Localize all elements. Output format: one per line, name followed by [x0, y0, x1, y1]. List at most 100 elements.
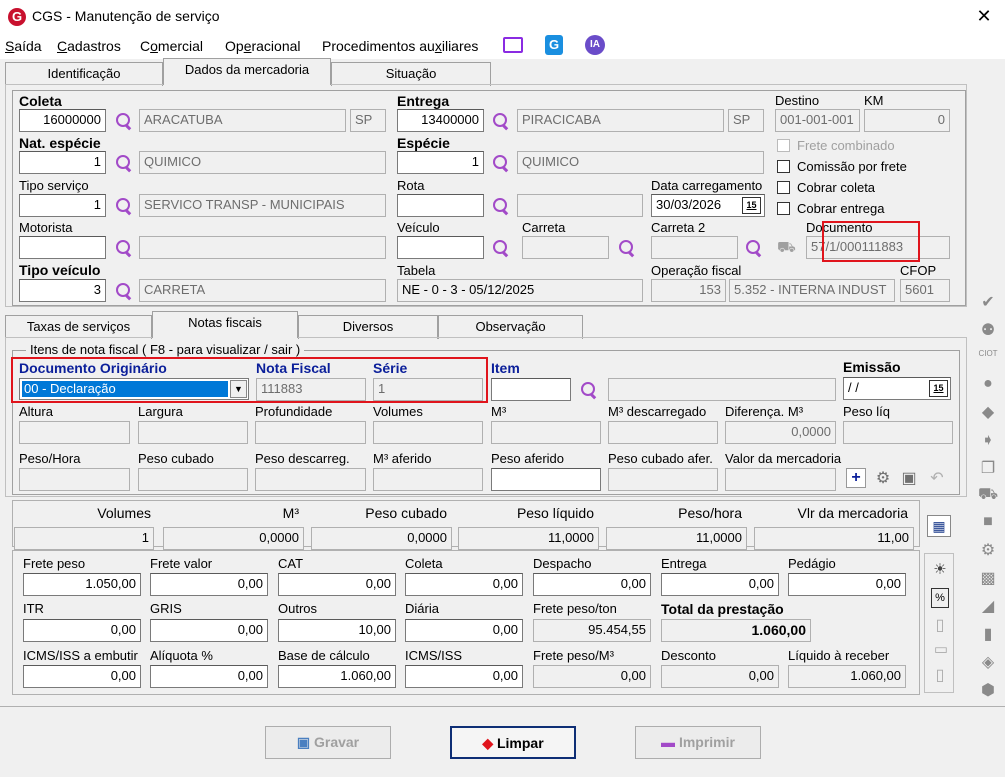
tipo-servico-code-input[interactable]: 1 — [19, 194, 106, 217]
total-value-r1-6[interactable]: 0,00 — [788, 573, 906, 596]
tipo-servico-search-icon[interactable] — [115, 197, 133, 215]
comissao-checkbox[interactable] — [777, 160, 790, 173]
eraser-icon[interactable]: ◢ — [978, 596, 998, 616]
total-value-r1-4[interactable]: 0,00 — [533, 573, 651, 596]
g-icon[interactable]: G — [545, 35, 563, 55]
menu-operacional[interactable]: Operacional — [225, 38, 301, 54]
title-bar: G CGS - Manutenção de serviço ✕ — [0, 0, 1005, 33]
menu-saida[interactable]: Saída — [5, 38, 42, 54]
motorista-search-icon[interactable] — [115, 239, 133, 257]
book-icon[interactable]: ▮ — [978, 624, 998, 644]
total-value-r1-5[interactable]: 0,00 — [661, 573, 779, 596]
tab-identificacao[interactable]: Identificação — [5, 62, 163, 86]
tab-observacao[interactable]: Observação — [438, 315, 583, 339]
bug-icon[interactable]: ☀ — [930, 560, 950, 580]
calendar-icon[interactable]: 15 — [742, 197, 761, 214]
carreta2-search-icon[interactable] — [745, 239, 763, 257]
tab-situacao[interactable]: Situação — [331, 62, 491, 86]
map-icon[interactable]: ■ — [978, 513, 998, 533]
phone-icon[interactable]: ▯ — [931, 665, 949, 685]
total-label-r1-4: Despacho — [533, 556, 592, 571]
ciot-icon[interactable]: CIOT — [978, 349, 998, 369]
veiculo-input[interactable] — [397, 236, 484, 259]
coleta-search-icon[interactable] — [115, 112, 133, 130]
tab-notas-fiscais[interactable]: Notas fiscais — [152, 311, 298, 338]
peso-liq-label: Peso líq — [843, 404, 890, 419]
grid-icon[interactable]: ▩ — [978, 568, 998, 588]
percent-icon[interactable]: % — [931, 588, 949, 608]
cobrar-entrega-checkbox[interactable] — [777, 202, 790, 215]
total-value-r2-1[interactable]: 0,00 — [150, 619, 268, 642]
total-value-r3-0[interactable]: 0,00 — [23, 665, 141, 688]
carreta-search-icon[interactable] — [618, 239, 636, 257]
limpar-button[interactable]: ◆ Limpar — [450, 726, 576, 759]
especie-search-icon[interactable] — [492, 154, 510, 172]
tag-icon[interactable]: ◆ — [978, 402, 998, 422]
ia-icon[interactable]: IA — [585, 35, 605, 55]
total-value-r1-3[interactable]: 0,00 — [405, 573, 523, 596]
total-value-r3-1[interactable]: 0,00 — [150, 665, 268, 688]
tab-taxas[interactable]: Taxas de serviços — [5, 315, 152, 339]
cobrar-coleta-checkbox[interactable] — [777, 181, 790, 194]
item-search-icon[interactable] — [580, 381, 598, 399]
total-value-r1-0[interactable]: 1.050,00 — [23, 573, 141, 596]
frete-combinado-checkbox[interactable] — [777, 139, 790, 152]
item-input[interactable] — [491, 378, 571, 401]
forward-icon[interactable]: ➧ — [978, 430, 998, 450]
copy-icon[interactable]: ❐ — [978, 458, 998, 478]
cfop-label: CFOP — [900, 263, 937, 278]
tab-dados-mercadoria[interactable]: Dados da mercadoria — [163, 58, 331, 85]
emissao-calendar-icon[interactable]: 15 — [929, 380, 948, 397]
edit-item-icon[interactable]: ⚙ — [872, 468, 894, 488]
total-value-r3-2[interactable]: 1.060,00 — [278, 665, 396, 688]
imprimir-button[interactable]: ▬ Imprimir — [635, 726, 761, 759]
chevron-down-icon[interactable]: ▼ — [230, 380, 247, 398]
valor-mercadoria-label: Valor da mercadoria — [725, 451, 842, 466]
check-icon[interactable]: ✔ — [978, 292, 998, 312]
coleta-code-input[interactable]: 16000000 — [19, 109, 106, 132]
total-value-r2-0[interactable]: 0,00 — [23, 619, 141, 642]
undo-item-icon[interactable]: ↶ — [926, 468, 948, 488]
nat-especie-code-input[interactable]: 1 — [19, 151, 106, 174]
add-item-icon[interactable]: + — [846, 468, 866, 488]
tab-diversos[interactable]: Diversos — [298, 315, 438, 339]
especie-code-input[interactable]: 1 — [397, 151, 484, 174]
nat-especie-search-icon[interactable] — [115, 154, 133, 172]
sum-vlr-mercadoria-value: 11,00 — [754, 527, 914, 550]
calculator-icon[interactable]: ▦ — [927, 515, 951, 537]
menu-cadastros[interactable]: Cadastros — [57, 38, 121, 54]
window-title: CGS - Manutenção de serviço — [32, 8, 220, 24]
total-label-r2-1: GRIS — [150, 601, 182, 616]
total-value-r2-3[interactable]: 0,00 — [405, 619, 523, 642]
menu-procedimentos[interactable]: Procedimentos auxiliares — [322, 38, 478, 54]
veiculo-search-icon[interactable] — [492, 239, 510, 257]
total-value-r3-3[interactable]: 0,00 — [405, 665, 523, 688]
settings-icon[interactable]: ⚙ — [978, 540, 998, 560]
close-button[interactable]: ✕ — [972, 5, 996, 27]
tipo-veiculo-search-icon[interactable] — [115, 282, 133, 300]
rota-search-icon[interactable] — [492, 197, 510, 215]
truck-side-icon[interactable]: ⛟ — [978, 485, 998, 505]
total-value-r2-2[interactable]: 10,00 — [278, 619, 396, 642]
entrega-city-field: PIRACICABA — [517, 109, 724, 132]
map-region-icon[interactable]: ⬢ — [978, 680, 998, 700]
comment-icon[interactable]: ▭ — [931, 640, 951, 660]
circle-icon[interactable]: ● — [978, 375, 998, 395]
save-item-icon[interactable]: ▣ — [898, 468, 920, 488]
total-value-r1-1[interactable]: 0,00 — [150, 573, 268, 596]
doc-orig-select[interactable]: 00 - Declaração ▼ — [19, 378, 249, 400]
cobrar-coleta-label: Cobrar coleta — [797, 180, 876, 195]
calc-icon[interactable]: ▯ — [931, 615, 949, 635]
entrega-code-input[interactable]: 13400000 — [397, 109, 484, 132]
entrega-search-icon[interactable] — [492, 112, 510, 130]
peso-aferido-input[interactable] — [491, 468, 601, 491]
rota-code-input[interactable] — [397, 194, 484, 217]
tipo-veiculo-code-input[interactable]: 3 — [19, 279, 106, 302]
gravar-button[interactable]: ▣ Gravar — [265, 726, 391, 759]
box-icon[interactable]: ◈ — [978, 652, 998, 672]
total-value-r1-2[interactable]: 0,00 — [278, 573, 396, 596]
menu-comercial[interactable]: Comercial — [140, 38, 203, 54]
monitor-icon[interactable] — [503, 37, 523, 53]
motorista-code-input[interactable] — [19, 236, 106, 259]
people-icon[interactable]: ⚉ — [978, 320, 998, 340]
